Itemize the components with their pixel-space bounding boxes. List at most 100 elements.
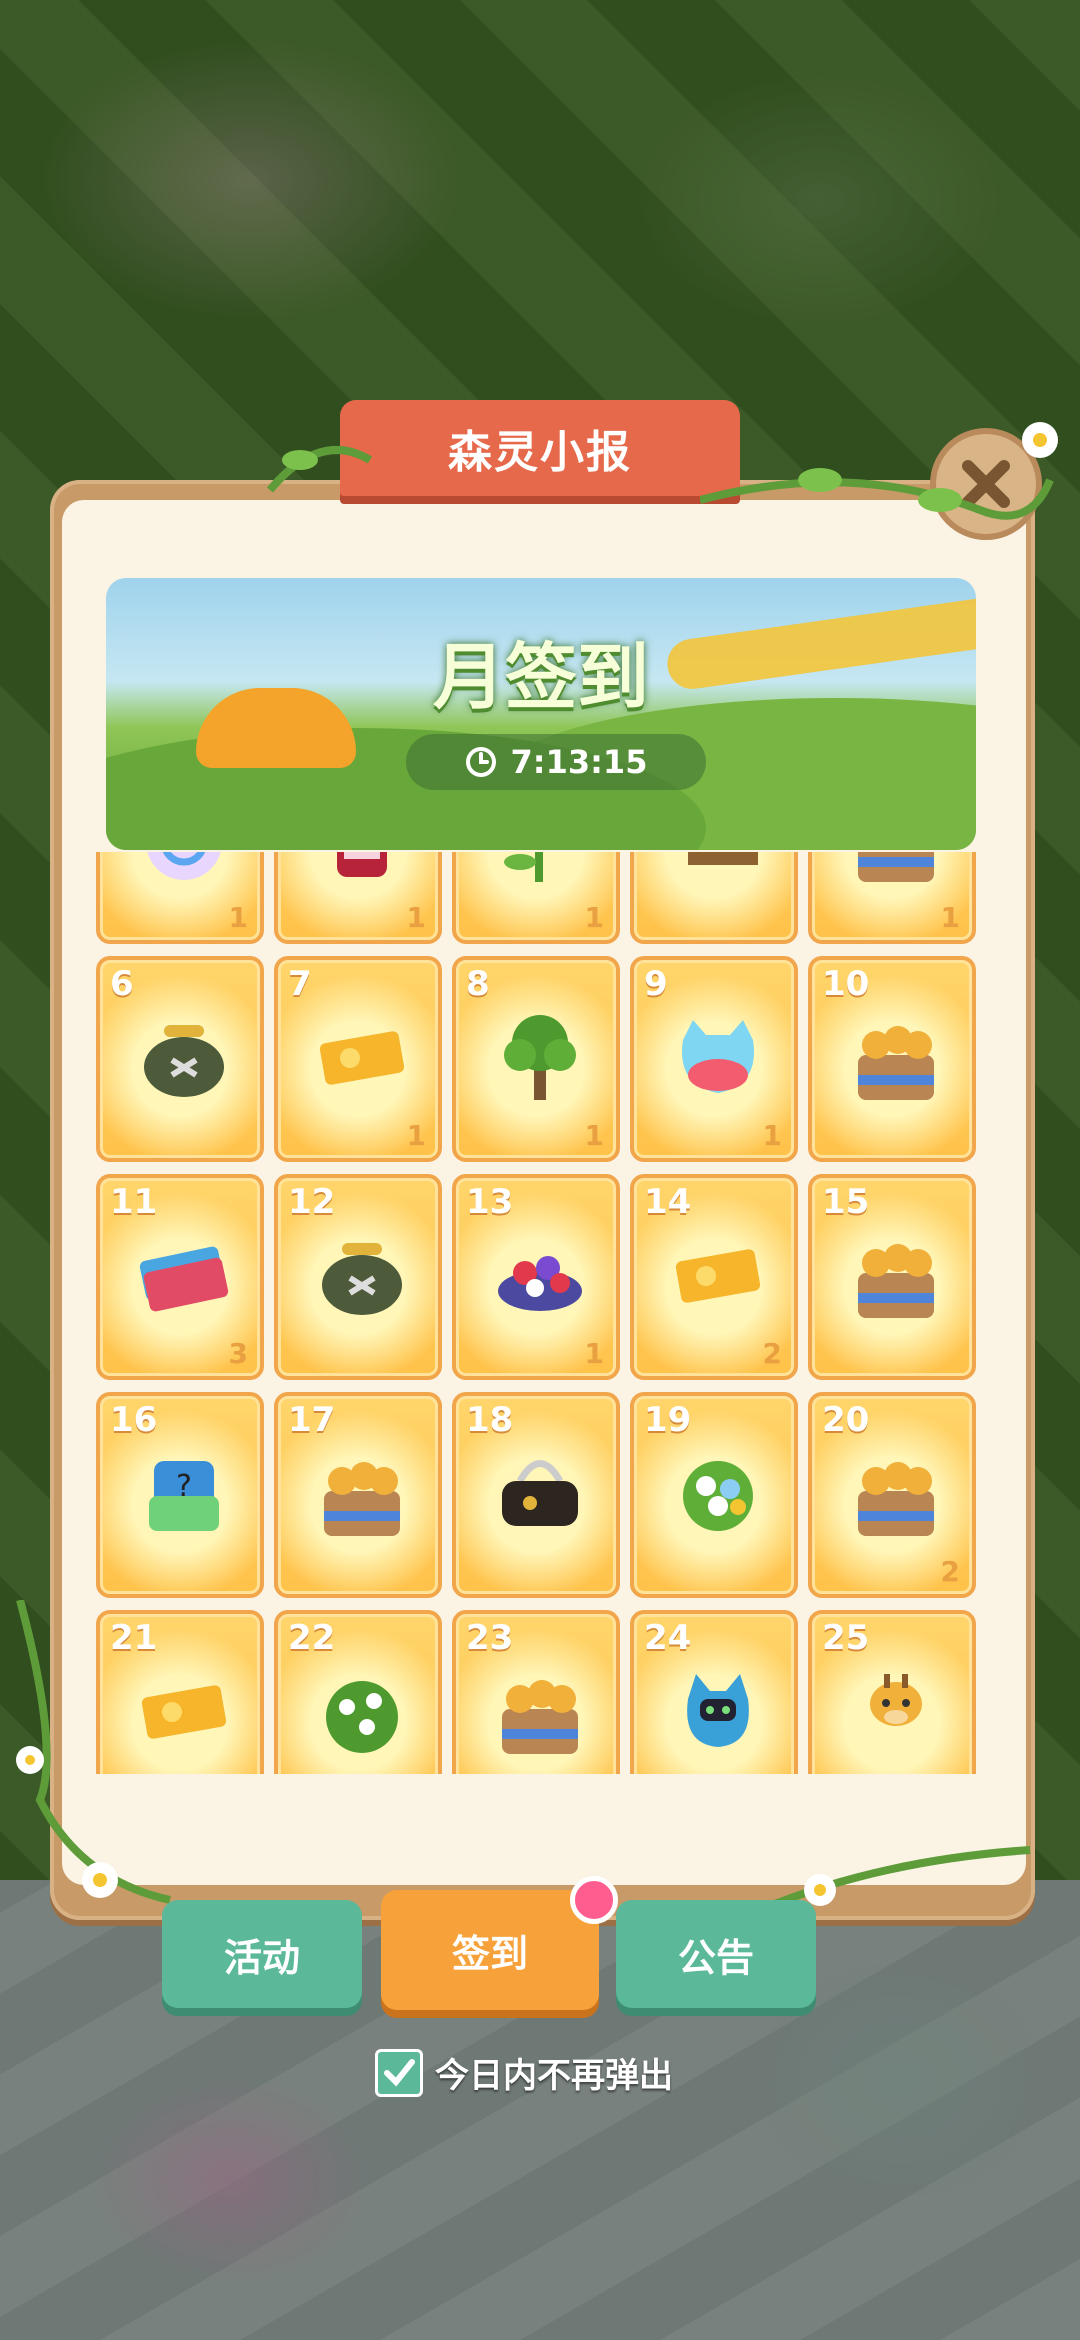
calendar-day-cell[interactable]: 13 1: [452, 1174, 620, 1380]
calendar-day-cell[interactable]: 10: [808, 956, 976, 1162]
giraffe-basket-icon: [312, 1436, 412, 1546]
calendar-day-cell[interactable]: 12: [274, 1174, 442, 1380]
day-number: 10: [822, 964, 870, 1004]
day-number: 22: [288, 1618, 336, 1658]
giraffe-basket-icon: [846, 1436, 946, 1546]
calendar-day-cell[interactable]: 15: [808, 1174, 976, 1380]
giraffe-basket-icon: [846, 1000, 946, 1110]
reward-quantity: 1: [406, 1119, 426, 1152]
robot-cat-icon: [668, 1654, 768, 1764]
monthly-checkin-banner: 月签到 7:13:15: [106, 578, 976, 850]
countdown-text: 7:13:15: [510, 743, 648, 781]
calendar-day-cell[interactable]: 14 2: [630, 1174, 798, 1380]
calendar-day-cell[interactable]: 16?: [96, 1392, 264, 1598]
ticket-icon: [312, 1000, 412, 1110]
countdown-timer: 7:13:15: [406, 734, 706, 790]
checkin-calendar[interactable]: 112131451671819110113121311421516?171819…: [96, 852, 986, 1774]
reward-quantity: 1: [762, 1119, 782, 1152]
reward-quantity: 3: [228, 1337, 248, 1370]
calendar-day-cell[interactable]: 11: [96, 852, 264, 944]
reward-quantity: 2: [940, 1555, 960, 1588]
reward-quantity: 2: [762, 1337, 782, 1370]
tab-activity[interactable]: 活动: [162, 1900, 362, 2008]
calendar-day-cell[interactable]: 51: [808, 852, 976, 944]
daisy-plant-icon: [490, 852, 590, 892]
reward-quantity: 1: [584, 1119, 604, 1152]
calendar-day-cell[interactable]: 21: [274, 852, 442, 944]
day-number: 18: [466, 1400, 514, 1440]
calendar-day-cell[interactable]: 24: [630, 1610, 798, 1774]
tab-notice-label: 公告: [677, 1935, 754, 1980]
mystery-bag-icon: ?: [134, 1436, 234, 1546]
dont-show-checkbox[interactable]: [375, 2048, 423, 2097]
tab-checkin[interactable]: 签到: [381, 1890, 599, 2010]
giraffe-figure-icon: [846, 1654, 946, 1764]
swirl-orb-icon: [134, 852, 234, 892]
giraffe-basket-icon: [846, 1218, 946, 1328]
day-number: 25: [822, 1618, 870, 1658]
ticket-bundle-icon: [134, 1218, 234, 1328]
giraffe-basket-icon: [490, 1654, 590, 1764]
calendar-day-cell[interactable]: 71: [274, 956, 442, 1162]
checkmark-icon: [384, 2058, 415, 2086]
svg-text:?: ?: [176, 1469, 192, 1504]
calendar-day-cell[interactable]: 91: [630, 956, 798, 1162]
green-bush-icon: [312, 1654, 412, 1764]
day-number: 7: [288, 964, 312, 1004]
day-number: 14: [644, 1182, 692, 1222]
handbag-icon: [490, 1436, 590, 1546]
day-number: 12: [288, 1182, 336, 1222]
day-number: 23: [466, 1618, 514, 1658]
vine-decoration-right: [700, 422, 1058, 520]
day-number: 20: [822, 1400, 870, 1440]
vine-decoration-bottom-left: [16, 1600, 171, 1904]
dialog-title-tab: 森灵小报: [340, 400, 740, 496]
tree-icon: [490, 1000, 590, 1110]
reward-quantity: 1: [228, 901, 248, 934]
calendar-day-cell[interactable]: 6: [96, 956, 264, 1162]
calendar-day-cell[interactable]: 25: [808, 1610, 976, 1774]
flower-bush-icon: [668, 1436, 768, 1546]
reward-quantity: 1: [940, 901, 960, 934]
day-number: 15: [822, 1182, 870, 1222]
calendar-day-cell[interactable]: 18: [452, 1392, 620, 1598]
day-number: 13: [466, 1182, 514, 1222]
calendar-day-cell[interactable]: 20 2: [808, 1392, 976, 1598]
dialog-title: 森灵小报: [448, 427, 632, 478]
day-number: 16: [110, 1400, 158, 1440]
tab-activity-label: 活动: [223, 1935, 300, 1980]
reward-quantity: 1: [584, 901, 604, 934]
reward-quantity: 1: [406, 901, 426, 934]
giraffe-basket-icon: [846, 852, 946, 892]
day-number: 19: [644, 1400, 692, 1440]
calendar-day-cell[interactable]: 81: [452, 956, 620, 1162]
jam-jar-icon: [312, 852, 412, 892]
coin-purse-icon: [312, 1218, 412, 1328]
calendar-day-cell[interactable]: 4: [630, 852, 798, 944]
vine-decoration-top: [266, 446, 373, 493]
coin-purse-icon: [134, 1000, 234, 1110]
tab-notice[interactable]: 公告: [616, 1900, 816, 2008]
calendar-day-cell[interactable]: 23: [452, 1610, 620, 1774]
calendar-day-cell[interactable]: 31: [452, 852, 620, 944]
day-number: 17: [288, 1400, 336, 1440]
dont-show-today-toggle[interactable]: 今日内不再弹出: [375, 2048, 673, 2097]
ticket-icon: [668, 1218, 768, 1328]
jelly-cat-icon: [668, 1000, 768, 1110]
calendar-day-cell[interactable]: 17: [274, 1392, 442, 1598]
fruit-cake-icon: [490, 1218, 590, 1328]
notification-dot: [570, 1876, 618, 1924]
tab-checkin-label: 签到: [451, 1931, 528, 1976]
clock-icon: [465, 747, 496, 777]
calendar-day-cell[interactable]: 22: [274, 1610, 442, 1774]
wood-planks-icon: [668, 852, 768, 892]
day-number: 6: [110, 964, 134, 1004]
calendar-day-cell[interactable]: 19: [630, 1392, 798, 1598]
calendar-day-cell[interactable]: 11 3: [96, 1174, 264, 1380]
reward-quantity: 1: [584, 1337, 604, 1370]
day-number: 9: [644, 964, 668, 1004]
dont-show-label: 今日内不再弹出: [435, 2056, 673, 2096]
day-number: 11: [110, 1182, 158, 1222]
day-number: 8: [466, 964, 490, 1004]
banner-title: 月签到: [432, 635, 649, 719]
